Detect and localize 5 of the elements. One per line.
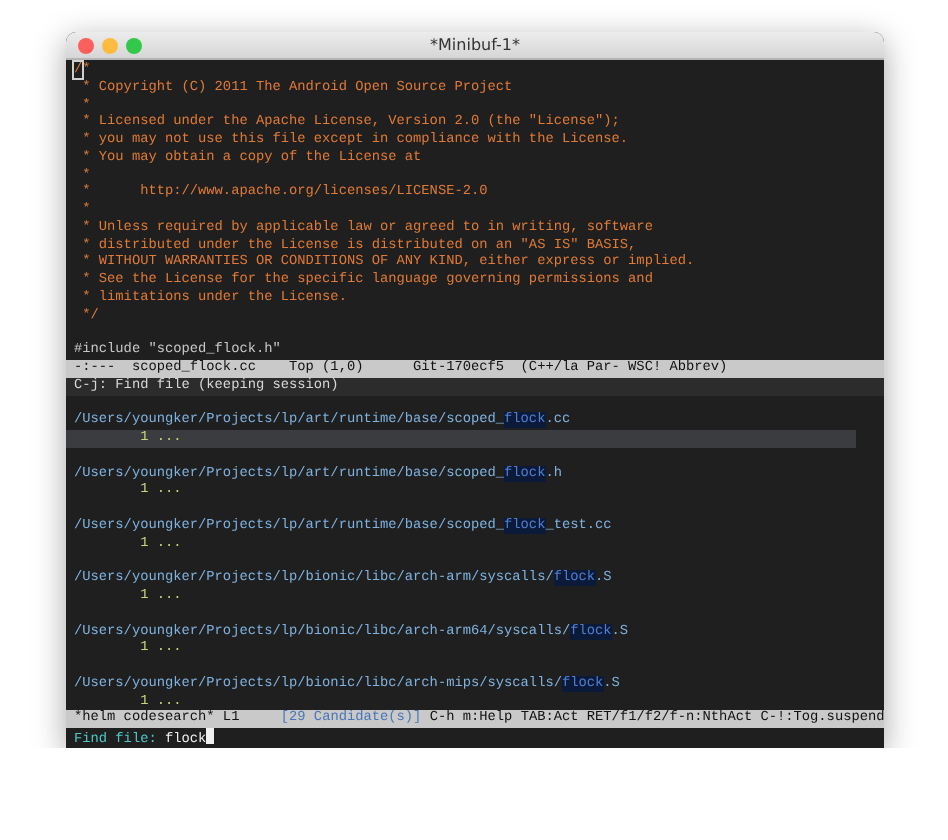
window-title: *Minibuf-1*: [430, 36, 520, 54]
zoom-icon[interactable]: [126, 38, 142, 54]
minimize-icon[interactable]: [102, 38, 118, 54]
close-icon[interactable]: [78, 38, 94, 54]
cursor-icon: [206, 728, 215, 745]
